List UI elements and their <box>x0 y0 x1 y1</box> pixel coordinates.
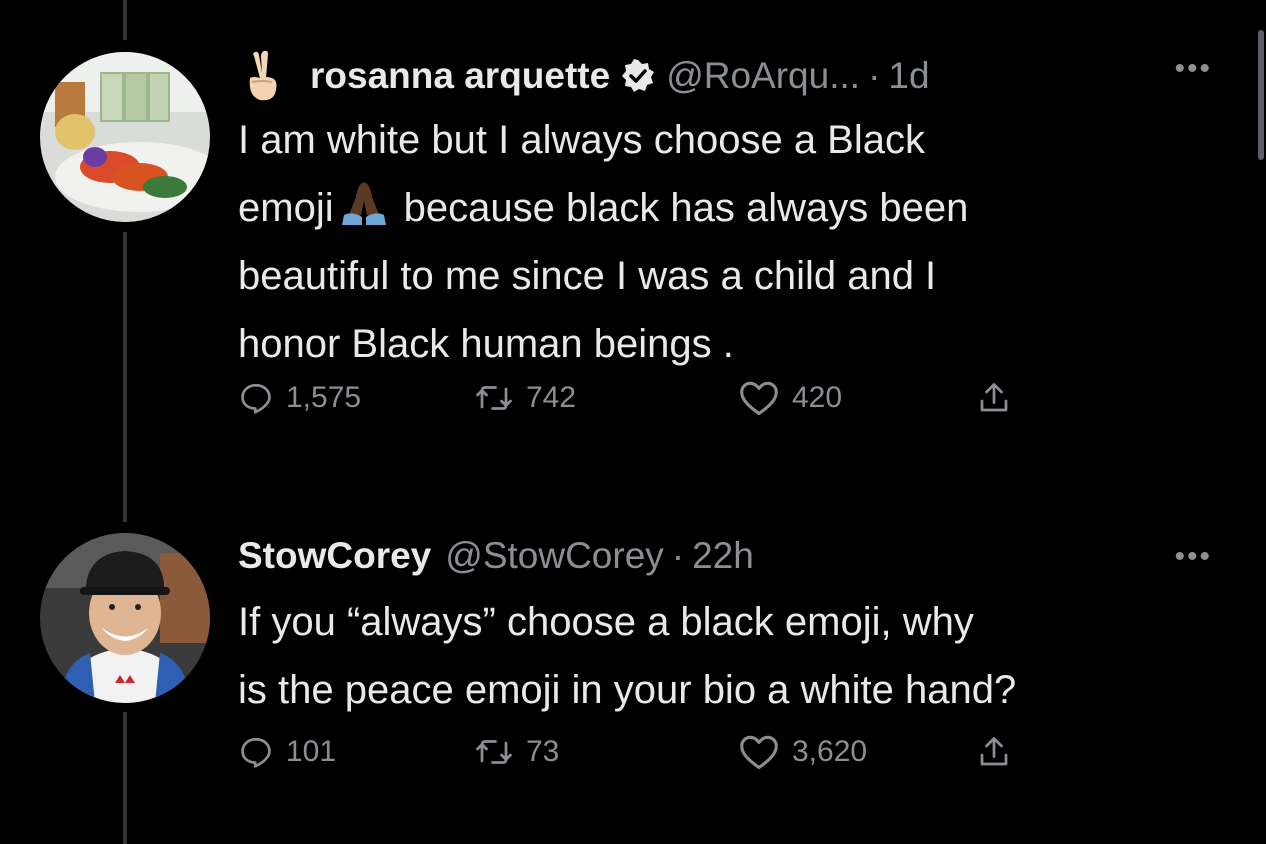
separator: · <box>671 535 685 576</box>
separator: · <box>868 55 881 96</box>
tweet-text-line: emoji because black has always been <box>238 174 1198 242</box>
handle[interactable]: @RoArqu... <box>666 55 860 97</box>
reply-button[interactable]: 1,575 <box>238 380 361 416</box>
timestamp[interactable]: 22h <box>692 535 754 577</box>
handle[interactable]: @StowCorey <box>445 535 664 577</box>
like-count: 420 <box>792 381 843 414</box>
more-options-icon[interactable]: ••• <box>1174 54 1212 84</box>
tweet-text: If you “always” choose a black emoji, wh… <box>238 588 1198 724</box>
heart-icon <box>740 735 778 770</box>
like-button[interactable]: 420 <box>738 379 842 417</box>
more-options-icon[interactable]: ••• <box>1174 542 1212 572</box>
like-count: 3,620 <box>792 735 868 768</box>
tweet[interactable]: rosanna arquette @RoArqu... · 1d ••• I a… <box>238 46 1226 416</box>
share-button[interactable] <box>976 733 1024 771</box>
avatar-photo <box>40 533 210 703</box>
tweet-text-line: honor Black human beings . <box>238 322 734 366</box>
reply-count: 1,575 <box>286 381 362 414</box>
retweet-button[interactable]: 742 <box>474 380 576 416</box>
share-icon <box>980 383 1008 412</box>
tweet-header: StowCorey @StowCorey · 22h ••• <box>238 526 1226 586</box>
reply-icon <box>241 383 271 414</box>
tweet[interactable]: StowCorey @StowCorey · 22h ••• If you “a… <box>238 526 1226 770</box>
tweet-text-line: is the peace emoji in your bio a white h… <box>238 668 1017 712</box>
reply-button[interactable]: 101 <box>238 734 336 770</box>
share-button[interactable] <box>976 379 1024 417</box>
tweet-text-line: If you “always” choose a black emoji, wh… <box>238 600 974 644</box>
retweet-count: 742 <box>526 381 577 414</box>
retweet-count: 73 <box>526 735 560 768</box>
reply-icon <box>241 737 271 768</box>
avatar[interactable] <box>40 533 210 703</box>
display-name[interactable]: StowCorey <box>238 535 431 577</box>
reply-count: 101 <box>286 735 337 768</box>
tweet-text-fragment: because black has always been <box>403 186 969 230</box>
scrollbar[interactable] <box>1258 30 1264 160</box>
avatar[interactable] <box>40 52 210 222</box>
heart-icon <box>740 381 778 416</box>
verified-badge-icon <box>620 58 656 94</box>
thread-line <box>123 0 127 40</box>
tweet-text-line: beautiful to me since I was a child and … <box>238 254 937 298</box>
retweet-button[interactable]: 73 <box>474 734 559 770</box>
thread-line <box>123 232 127 522</box>
like-button[interactable]: 3,620 <box>738 733 867 771</box>
retweet-icon <box>476 386 512 410</box>
timestamp[interactable]: 1d <box>888 55 929 97</box>
tweet-text-fragment: emoji <box>238 186 334 230</box>
thread-line <box>123 712 127 844</box>
tweet-text: I am white but I always choose a Black e… <box>238 106 1198 378</box>
share-icon <box>980 737 1008 766</box>
tweet-header: rosanna arquette @RoArqu... · 1d ••• <box>238 46 1226 106</box>
retweet-icon <box>476 740 512 764</box>
folded-hands-dark-skin-icon <box>334 180 394 226</box>
avatar-photo <box>40 52 210 222</box>
tweet-text-line: I am white but I always choose a Black <box>238 118 925 162</box>
victory-hand-icon <box>238 48 294 104</box>
display-name[interactable]: rosanna arquette <box>310 55 610 97</box>
